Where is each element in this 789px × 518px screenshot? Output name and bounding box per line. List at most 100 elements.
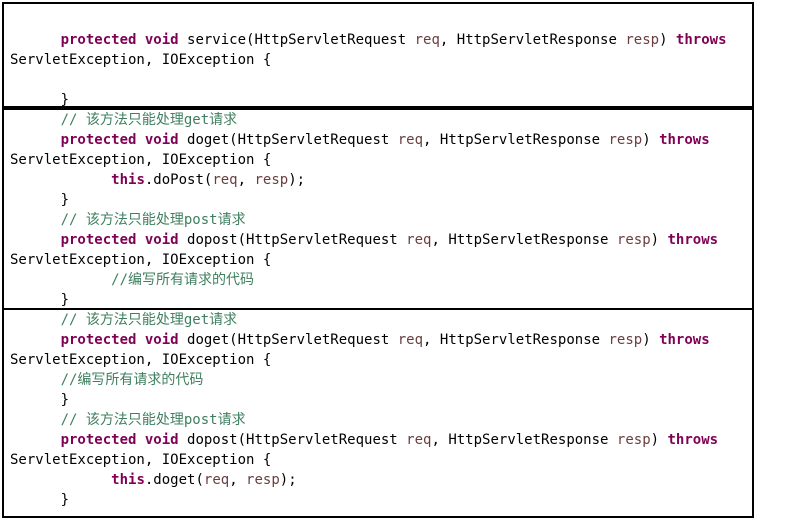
code-token: doget(HttpServletRequest [178,332,398,348]
keyword-token: protected [60,432,137,448]
code-line: protected void doget(HttpServletRequest … [10,330,710,350]
comment-token: // 该方法只能处理get请求 [60,112,238,128]
code-token: , HttpServletResponse [423,332,609,348]
code-line: // 该方法只能处理get请求 [10,310,238,330]
code-line: } [10,90,69,110]
code-line: ServletException, IOException { [10,350,271,370]
code-line: } [10,290,69,310]
code-token: service(HttpServletRequest [178,32,415,48]
code-token: , HttpServletResponse [439,32,626,48]
code-panel-service: protected void service(HttpServletReques… [2,2,754,108]
parameter-token: resp [616,232,651,248]
parameter-token: resp [616,432,651,448]
code-token: ) [650,432,668,448]
code-token: , HttpServletResponse [431,232,617,248]
parameter-token: req [397,132,424,148]
comment-token: //编写所有请求的代码 [111,272,255,288]
code-token: ); [279,472,297,488]
parameter-token: resp [246,472,280,488]
code-line: ServletException, IOException { [10,50,271,70]
keyword-token: protected [60,32,137,48]
code-token: ) [642,132,660,148]
code-line: //编写所有请求的代码 [10,270,254,290]
comment-token: // 该方法只能处理post请求 [60,212,246,228]
code-line: protected void dopost(HttpServletRequest… [10,430,718,450]
parameter-token: resp [625,32,660,48]
keyword-token: protected [60,332,137,348]
keyword-token: throws [675,32,727,48]
keyword-token: throws [667,432,719,448]
code-token: } [10,192,70,208]
code-line: // 该方法只能处理post请求 [10,210,246,230]
parameter-token: req [203,472,230,488]
code-token: .doPost( [144,172,213,188]
code-token: } [10,92,70,108]
code-line: ServletException, IOException { [10,150,271,170]
parameter-token: resp [608,332,643,348]
code-line: this.doget(req, resp); [10,470,297,490]
code-token: ServletException, IOException { [10,152,272,168]
code-token: , [229,472,247,488]
code-panel-dopost-forwards-to-doget: // 该方法只能处理get请求 protected void doget(Htt… [2,308,754,518]
code-token: dopost(HttpServletRequest [178,432,407,448]
parameter-token: resp [608,132,643,148]
code-token: dopost(HttpServletRequest [178,232,407,248]
code-line: ServletException, IOException { [10,250,271,270]
code-line: } [10,190,69,210]
keyword-token: throws [659,332,710,348]
code-token: , [237,172,255,188]
keyword-token: throws [659,132,710,148]
code-token: ) [650,232,668,248]
code-line: protected void dopost(HttpServletRequest… [10,230,718,250]
parameter-token: req [406,232,432,248]
code-line: } [10,490,69,510]
keyword-token: throws [667,232,719,248]
keyword-token: void [144,332,179,348]
keyword-token: void [144,32,179,48]
code-token: ServletException, IOException { [10,252,272,268]
code-token: ) [659,32,676,48]
parameter-token: req [397,332,424,348]
code-line: protected void doget(HttpServletRequest … [10,130,710,150]
code-token: doget(HttpServletRequest [178,132,398,148]
code-panel-doget-forwards-to-dopost: // 该方法只能处理get请求 protected void doget(Htt… [2,108,754,310]
code-token: ServletException, IOException { [10,352,272,368]
code-token: .doget( [144,472,204,488]
code-token: , HttpServletResponse [423,132,609,148]
parameter-token: req [406,432,432,448]
keyword-token: void [144,432,179,448]
parameter-token: resp [254,172,289,188]
code-line: ServletException, IOException { [10,450,271,470]
code-line: // 该方法只能处理get请求 [10,110,238,130]
keyword-token: void [144,132,179,148]
code-token: } [10,392,70,408]
code-token: ) [642,332,660,348]
comment-token: //编写所有请求的代码 [60,372,204,388]
code-token: } [10,292,70,308]
keyword-token: protected [60,232,137,248]
code-line: } [10,390,69,410]
keyword-token: this [111,472,145,488]
code-token: ); [288,172,306,188]
parameter-token: req [212,172,238,188]
parameter-token: req [414,32,440,48]
code-line: protected void service(HttpServletReques… [10,30,727,50]
code-token: ServletException, IOException { [10,452,272,468]
comment-token: // 该方法只能处理post请求 [60,412,246,428]
